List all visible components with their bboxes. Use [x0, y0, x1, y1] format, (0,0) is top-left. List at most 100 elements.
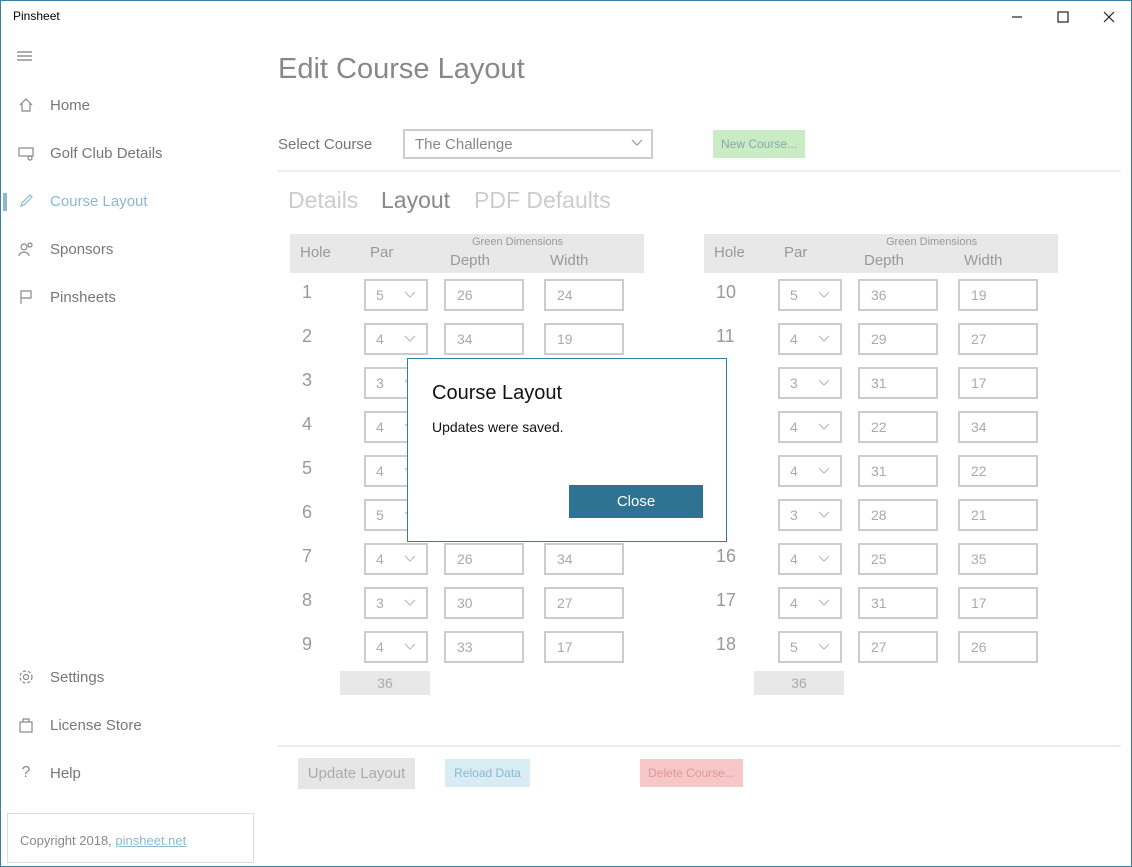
depth-input[interactable]: 26 — [444, 543, 524, 575]
sidebar-item-settings[interactable]: Settings — [1, 657, 256, 697]
par-value: 4 — [376, 331, 384, 347]
hole-number: 9 — [302, 634, 313, 654]
hamburger-menu-button[interactable] — [15, 47, 35, 67]
sidebar-item-help[interactable]: ? Help — [1, 753, 256, 793]
maximize-icon — [1057, 11, 1069, 23]
hole-number: 7 — [302, 546, 313, 566]
depth-input[interactable]: 25 — [858, 543, 938, 575]
depth-header: Depth — [450, 252, 491, 269]
app-title: Pinsheet — [13, 9, 60, 23]
par-select[interactable]: 4 — [778, 587, 842, 619]
par-select[interactable]: 5 — [778, 631, 842, 663]
back-nine-par-total: 36 — [754, 671, 844, 695]
par-select[interactable]: 3 — [364, 587, 428, 619]
close-window-button[interactable] — [1086, 1, 1131, 33]
depth-input[interactable]: 31 — [858, 587, 938, 619]
update-layout-button[interactable]: Update Layout — [298, 758, 415, 789]
depth-header: Depth — [864, 252, 905, 269]
reload-data-button[interactable]: Reload Data — [445, 759, 530, 787]
width-input[interactable]: 35 — [958, 543, 1038, 575]
sidebar-item-golf-club-details[interactable]: Golf Club Details — [1, 133, 256, 173]
width-input[interactable]: 17 — [958, 367, 1038, 399]
par-select[interactable]: 4 — [364, 631, 428, 663]
par-select[interactable]: 4 — [364, 323, 428, 355]
par-select[interactable]: 4 — [778, 411, 842, 443]
dialog-close-button[interactable]: Close — [569, 485, 703, 518]
depth-value: 22 — [871, 419, 887, 435]
delete-course-button[interactable]: Delete Course... — [640, 759, 743, 787]
sidebar-item-label: Help — [50, 764, 81, 782]
copyright-text: Copyright 2018, — [20, 833, 112, 848]
club-icon — [17, 144, 35, 162]
website-link[interactable]: pinsheet.net — [115, 833, 186, 848]
depth-input[interactable]: 26 — [444, 279, 524, 311]
hole-row: 16 4 25 35 — [716, 542, 1056, 576]
select-course-label: Select Course — [278, 136, 373, 153]
course-select-dropdown[interactable]: The Challenge — [403, 129, 653, 159]
width-input[interactable]: 17 — [958, 587, 1038, 619]
width-input[interactable]: 22 — [958, 455, 1038, 487]
width-input[interactable]: 19 — [544, 323, 624, 355]
sidebar-item-pinsheets[interactable]: Pinsheets — [1, 277, 256, 317]
maximize-button[interactable] — [1040, 1, 1086, 33]
width-input[interactable]: 24 — [544, 279, 624, 311]
par-value: 4 — [790, 419, 798, 435]
chevron-down-icon — [404, 555, 416, 562]
depth-input[interactable]: 36 — [858, 279, 938, 311]
par-select[interactable]: 5 — [778, 279, 842, 311]
par-select[interactable]: 5 — [364, 279, 428, 311]
par-select[interactable]: 4 — [778, 323, 842, 355]
width-value: 19 — [971, 287, 987, 303]
sidebar-item-label: Sponsors — [50, 240, 114, 258]
sidebar-item-home[interactable]: Home — [1, 85, 256, 125]
hole-row: 17 4 31 17 — [716, 586, 1056, 620]
depth-input[interactable]: 33 — [444, 631, 524, 663]
width-input[interactable]: 27 — [958, 323, 1038, 355]
width-input[interactable]: 19 — [958, 279, 1038, 311]
width-input[interactable]: 27 — [544, 587, 624, 619]
par-value: 4 — [790, 331, 798, 347]
sidebar-item-license-store[interactable]: License Store — [1, 705, 256, 745]
width-input[interactable]: 17 — [544, 631, 624, 663]
sidebar-item-course-layout[interactable]: Course Layout — [1, 181, 256, 221]
minimize-button[interactable] — [994, 1, 1040, 33]
hole-row: 11 4 29 27 — [716, 322, 1056, 356]
chevron-down-icon — [404, 335, 416, 342]
width-value: 34 — [557, 551, 573, 567]
par-select[interactable]: 4 — [364, 543, 428, 575]
width-input[interactable]: 34 — [958, 411, 1038, 443]
hole-number: 6 — [302, 502, 313, 522]
tab-pdf-defaults[interactable]: PDF Defaults — [474, 187, 611, 214]
par-value: 5 — [376, 507, 384, 523]
width-input[interactable]: 34 — [544, 543, 624, 575]
sidebar-item-sponsors[interactable]: Sponsors — [1, 229, 256, 269]
depth-input[interactable]: 22 — [858, 411, 938, 443]
par-value: 3 — [790, 375, 798, 391]
par-select[interactable]: 4 — [778, 543, 842, 575]
page-title: Edit Course Layout — [278, 53, 525, 85]
tab-details[interactable]: Details — [288, 187, 358, 214]
chevron-down-icon — [818, 335, 830, 342]
par-select[interactable]: 4 — [778, 455, 842, 487]
par-header: Par — [370, 244, 394, 261]
depth-input[interactable]: 34 — [444, 323, 524, 355]
width-value: 26 — [971, 639, 987, 655]
depth-input[interactable]: 31 — [858, 367, 938, 399]
depth-input[interactable]: 31 — [858, 455, 938, 487]
depth-input[interactable]: 29 — [858, 323, 938, 355]
depth-input[interactable]: 27 — [858, 631, 938, 663]
hole-number: 8 — [302, 590, 313, 610]
hole-row: 8 3 30 27 — [302, 586, 642, 620]
width-input[interactable]: 26 — [958, 631, 1038, 663]
width-input[interactable]: 21 — [958, 499, 1038, 531]
depth-input[interactable]: 28 — [858, 499, 938, 531]
depth-input[interactable]: 30 — [444, 587, 524, 619]
par-select[interactable]: 3 — [778, 499, 842, 531]
hole-row: 4 4 31 22 — [716, 454, 1056, 488]
par-value: 4 — [790, 551, 798, 567]
width-value: 22 — [971, 463, 987, 479]
depth-value: 33 — [457, 639, 473, 655]
par-select[interactable]: 3 — [778, 367, 842, 399]
tab-layout[interactable]: Layout — [381, 187, 450, 214]
new-course-button[interactable]: New Course... — [713, 130, 805, 158]
